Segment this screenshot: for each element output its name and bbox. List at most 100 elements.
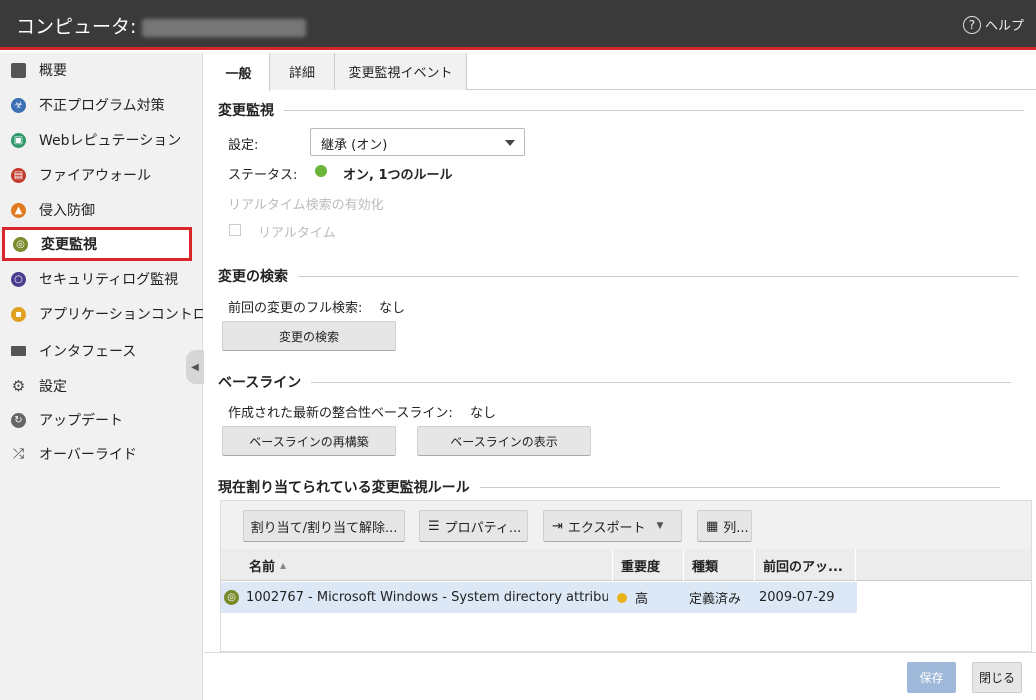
override-icon: ⤮	[12, 446, 25, 462]
chevron-down-icon	[505, 140, 515, 146]
window-title-label: コンピュータ:	[16, 16, 137, 38]
realtime-checkbox[interactable]	[229, 224, 241, 236]
column-header-type[interactable]: 種類	[684, 549, 755, 581]
sidebar-item-updates[interactable]: ↻ アップデート	[0, 403, 203, 437]
biohazard-icon: ☣	[11, 97, 26, 113]
tab-general[interactable]: 一般	[208, 53, 270, 91]
rule-type-cell: 定義済み	[689, 592, 742, 607]
columns-icon: ▦	[706, 518, 719, 534]
rule-name-cell: 1002767 - Microsoft Windows - System dir…	[246, 590, 608, 605]
help-label: ヘルプ	[984, 19, 1024, 34]
integrity-section-heading: 変更監視	[218, 100, 1024, 120]
assign-unassign-label: 割り当て/割り当て解除...	[250, 520, 398, 536]
sidebar: 概要 ☣ 不正プログラム対策 ▣ Webレピュテーション ▤ ファイアウォール …	[0, 53, 204, 700]
status-value: オン, 1つのルール	[343, 168, 453, 183]
sidebar-item-label: 侵入防御	[39, 203, 95, 219]
sort-ascending-icon: ▲	[280, 560, 287, 570]
sidebar-item-interfaces[interactable]: インタフェース	[0, 334, 203, 368]
column-header-last-updated[interactable]: 前回のアッ...	[755, 549, 856, 581]
export-button[interactable]: ⇥ エクスポート ▼	[543, 510, 682, 542]
sidebar-item-label: アップデート	[39, 413, 123, 429]
rule-severity-value: 高	[635, 592, 649, 607]
chevron-left-icon: ◀	[191, 361, 199, 373]
rebuild-baseline-button[interactable]: ベースラインの再構築	[222, 426, 396, 456]
properties-label: プロパティ...	[444, 520, 522, 536]
sidebar-item-application-control[interactable]: ▪ アプリケーションコントロール	[0, 297, 203, 331]
properties-icon: ☰	[428, 518, 440, 534]
sidebar-item-label: 不正プログラム対策	[39, 98, 165, 114]
sidebar-item-label: 変更監視	[41, 237, 97, 253]
sidebar-item-intrusion-prevention[interactable]: ▲ 侵入防御	[0, 193, 203, 227]
save-button[interactable]: 保存	[907, 662, 956, 693]
rules-toolbar: 割り当て/割り当て解除... ☰ プロパティ... ⇥ エクスポート ▼ ▦ 列…	[221, 501, 1031, 549]
log-search-icon: ○	[11, 271, 26, 287]
integrity-rule-icon: ◎	[224, 582, 244, 613]
divider	[284, 109, 1024, 111]
table-row[interactable]: ◎ 1002767 - Microsoft Windows - System d…	[221, 582, 857, 613]
baseline-section-heading: ベースライン	[218, 372, 1012, 392]
view-baseline-button[interactable]: ベースラインの表示	[417, 426, 591, 456]
columns-label: 列...	[723, 520, 749, 536]
overview-icon	[11, 62, 26, 78]
divider	[298, 275, 1018, 277]
sidebar-item-firewall[interactable]: ▤ ファイアウォール	[0, 158, 203, 192]
section-title: 変更の検索	[218, 269, 288, 285]
firewall-icon: ▤	[11, 167, 26, 183]
severity-dot-icon	[617, 592, 627, 603]
column-header-severity[interactable]: 重要度	[613, 549, 684, 581]
sidebar-item-label: オーバーライド	[39, 447, 137, 463]
status-label: ステータス:	[228, 168, 298, 183]
rules-section-heading: 現在割り当てられている変更監視ルール	[218, 477, 1000, 497]
assign-unassign-button[interactable]: 割り当て/割り当て解除...	[243, 510, 405, 542]
scan-section-heading: 変更の検索	[218, 266, 1018, 286]
sidebar-item-label: 設定	[39, 379, 67, 395]
sidebar-item-integrity-monitoring[interactable]: ◎ 変更監視	[2, 227, 192, 261]
rule-severity-cell: 高	[617, 582, 683, 613]
tab-details[interactable]: 詳細	[270, 53, 335, 90]
rule-updated-cell: 2009-07-29	[759, 590, 835, 605]
setting-select-value: 継承 (オン)	[321, 138, 388, 153]
sidebar-collapse-handle[interactable]: ◀	[186, 350, 204, 384]
intrusion-icon: ▲	[11, 202, 26, 218]
sidebar-item-log-inspection[interactable]: ○ セキュリティログ監視	[0, 262, 203, 296]
export-label: エクスポート	[567, 520, 646, 536]
sidebar-item-label: セキュリティログ監視	[39, 272, 179, 288]
integrity-icon: ◎	[13, 236, 28, 252]
column-header-name[interactable]: 名前 ▲	[241, 549, 613, 581]
tab-integrity-events[interactable]: 変更監視イベント	[335, 53, 467, 90]
sidebar-item-label: 概要	[39, 63, 67, 79]
update-icon: ↻	[11, 412, 26, 428]
hostname-redacted	[142, 18, 307, 37]
dialog-footer: 保存 閉じる	[204, 652, 1036, 700]
divider	[479, 486, 1000, 488]
section-title: ベースライン	[218, 375, 302, 391]
sidebar-item-overview[interactable]: 概要	[0, 53, 203, 87]
title-bar: コンピュータ: ? ヘルプ	[0, 0, 1036, 50]
baseline-latest-label: 作成された最新の整合性ベースライン:	[228, 406, 453, 421]
setting-label: 設定:	[228, 138, 259, 153]
realtime-heading: リアルタイム検索の有効化	[228, 198, 384, 213]
window-title: コンピュータ:	[16, 12, 307, 39]
export-icon: ⇥	[552, 518, 563, 534]
sidebar-item-settings[interactable]: ⚙ 設定	[0, 369, 203, 403]
chevron-down-icon: ▼	[656, 521, 664, 531]
help-link[interactable]: ? ヘルプ	[962, 15, 1024, 34]
help-icon: ?	[962, 15, 981, 34]
sidebar-item-overrides[interactable]: ⤮ オーバーライド	[0, 437, 203, 471]
sidebar-item-label: インタフェース	[39, 344, 137, 360]
last-scan-value: なし	[379, 301, 406, 316]
sidebar-item-anti-malware[interactable]: ☣ 不正プログラム対策	[0, 88, 203, 122]
baseline-latest-value: なし	[470, 406, 497, 421]
setting-select[interactable]: 継承 (オン)	[310, 128, 525, 156]
scan-for-changes-button[interactable]: 変更の検索	[222, 321, 396, 351]
close-button[interactable]: 閉じる	[972, 662, 1022, 693]
app-control-icon: ▪	[11, 306, 26, 322]
columns-button[interactable]: ▦ 列...	[697, 510, 752, 542]
sidebar-item-web-reputation[interactable]: ▣ Webレピュテーション	[0, 123, 203, 157]
properties-button[interactable]: ☰ プロパティ...	[419, 510, 528, 542]
rules-table-panel: 割り当て/割り当て解除... ☰ プロパティ... ⇥ エクスポート ▼ ▦ 列…	[220, 500, 1032, 652]
divider	[311, 381, 1012, 383]
interface-icon	[11, 346, 26, 356]
section-title: 変更監視	[218, 103, 274, 119]
column-header-label: 名前	[249, 559, 276, 575]
